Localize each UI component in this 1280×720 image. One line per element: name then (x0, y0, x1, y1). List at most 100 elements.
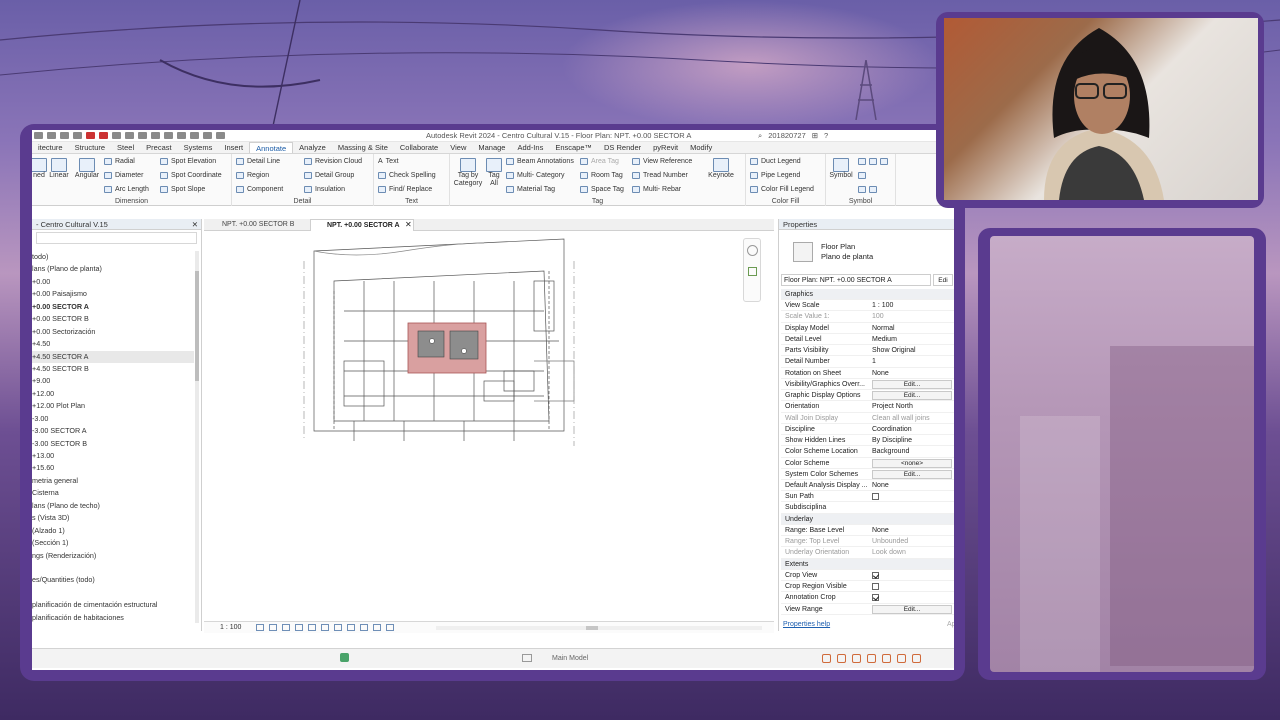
multi-category-button[interactable]: Multi- Category (506, 172, 564, 179)
instance-type-selector[interactable]: Floor Plan: NPT. +0.00 SECTOR A (781, 274, 931, 286)
property-value[interactable]: Clean all wall joins (870, 413, 954, 423)
tree-item[interactable]: +0.00 SECTOR B (32, 313, 194, 325)
property-value[interactable]: Unbounded (870, 536, 954, 546)
property-value[interactable]: Edit... (870, 390, 954, 401)
tree-item[interactable]: +15.60 (32, 462, 194, 474)
check-spelling-button[interactable]: Check Spelling (378, 172, 436, 179)
color-fill-legend-button[interactable]: Color Fill Legend (750, 186, 814, 193)
temporary-hide-icon[interactable] (334, 624, 342, 631)
property-value[interactable]: <none> (870, 458, 954, 468)
insulation-button[interactable]: Insulation (304, 186, 345, 193)
view-tab-sector-a[interactable]: NPT. +0.00 SECTOR A (310, 219, 414, 231)
property-value[interactable]: Show Original (870, 345, 954, 355)
tree-item[interactable]: +0.00 (32, 276, 194, 288)
scrollbar-thumb[interactable] (586, 626, 598, 630)
material-tag-button[interactable]: Material Tag (506, 186, 555, 193)
tree-item[interactable]: ngs (Renderización) (32, 550, 194, 562)
angular-dimension-button[interactable]: Angular (72, 158, 102, 180)
tree-item[interactable]: +0.00 Sectorización (32, 326, 194, 338)
search-icon[interactable]: ⌕ (758, 131, 762, 141)
tab-add-ins[interactable]: Add-Ins (511, 142, 549, 153)
tree-item[interactable]: +0.00 Paisajismo (32, 288, 194, 300)
tread-number-button[interactable]: Tread Number (632, 172, 688, 179)
tree-item[interactable]: (Sección 1) (32, 537, 194, 549)
space-tag-button[interactable]: Space Tag (580, 186, 624, 193)
tag-by-category-button[interactable]: Tag by Category (452, 158, 484, 188)
tree-item[interactable]: -3.00 SECTOR A (32, 425, 194, 437)
room-tag-button[interactable]: Room Tag (580, 172, 623, 179)
property-value[interactable]: Coordination (870, 424, 954, 434)
customize-toolbar-icon[interactable] (216, 132, 225, 139)
detail-level-icon[interactable] (256, 624, 264, 631)
tree-item[interactable]: metria general (32, 475, 194, 487)
tree-item[interactable]: +4.50 (32, 338, 194, 350)
tree-item[interactable]: -3.00 (32, 413, 194, 425)
tag-icon[interactable] (125, 132, 134, 139)
property-value[interactable] (870, 592, 954, 602)
property-value[interactable]: Edit... (870, 379, 954, 389)
edit-type-button[interactable]: Edi (933, 274, 953, 286)
property-value[interactable]: 1 (870, 356, 954, 366)
property-value[interactable]: Look down (870, 547, 954, 557)
tree-item[interactable]: lans (Plano de planta) (32, 263, 194, 275)
find-replace-button[interactable]: Find/ Replace (378, 186, 432, 193)
property-value[interactable] (870, 502, 954, 512)
property-edit-button[interactable]: Edit... (872, 391, 952, 401)
cart-icon[interactable]: ⊞ (812, 131, 818, 141)
section-icon[interactable] (164, 132, 173, 139)
region-button[interactable]: Region (236, 172, 269, 179)
close-views-icon[interactable] (190, 132, 199, 139)
diameter-dimension-button[interactable]: Diameter (104, 172, 143, 179)
canvas-horizontal-scrollbar[interactable] (436, 626, 762, 630)
tree-item[interactable]: planificación de cimentación estructural (32, 599, 194, 611)
component-button[interactable]: Component (236, 186, 283, 193)
tree-item[interactable] (32, 587, 194, 599)
tab-steel[interactable]: Steel (111, 142, 140, 153)
scrollbar-thumb[interactable] (195, 271, 199, 381)
browser-search-input[interactable] (36, 232, 197, 244)
tree-item[interactable]: +4.50 SECTOR B (32, 363, 194, 375)
tab-precast[interactable]: Precast (140, 142, 177, 153)
property-value[interactable]: Edit... (870, 604, 954, 614)
close-tab-icon[interactable]: ✕ (405, 220, 412, 229)
apply-button[interactable]: Ap (947, 621, 954, 628)
sun-path-icon[interactable] (282, 624, 290, 631)
property-value[interactable]: 100 (870, 311, 954, 321)
radial-dimension-button[interactable]: Radial (104, 158, 135, 165)
tab-structure[interactable]: Structure (69, 142, 111, 153)
fabric-symbol-button[interactable] (858, 186, 877, 193)
property-edit-button[interactable]: Edit... (872, 379, 952, 389)
property-checkbox[interactable] (872, 583, 879, 591)
tree-item[interactable]: planificación de habitaciones (32, 612, 194, 624)
tab-modify[interactable]: Modify (684, 142, 718, 153)
property-value[interactable]: None (870, 480, 954, 490)
dimension-icon[interactable] (112, 132, 121, 139)
detail-group-button[interactable]: Detail Group (304, 172, 354, 179)
tree-item[interactable]: s (Vista 3D) (32, 512, 194, 524)
steering-wheel-icon[interactable] (747, 245, 758, 256)
tree-item[interactable]: Cisterna (32, 487, 194, 499)
symbol-button[interactable]: Symbol (828, 158, 854, 180)
print-icon[interactable] (86, 132, 95, 139)
user-account[interactable]: 201820727 (768, 131, 806, 141)
property-checkbox[interactable] (872, 493, 879, 501)
keynote-button[interactable]: Keynote (704, 158, 738, 180)
property-value[interactable]: Background (870, 446, 954, 456)
select-by-face-icon[interactable] (867, 654, 876, 663)
duct-legend-button[interactable]: Duct Legend (750, 158, 801, 165)
property-value[interactable]: Medium (870, 334, 954, 344)
drawing-canvas[interactable] (204, 231, 774, 621)
text-button[interactable]: A Text (378, 158, 399, 165)
tab-pyrevit[interactable]: pyRevit (647, 142, 684, 153)
properties-help-link[interactable]: Properties help (783, 621, 830, 628)
reveal-hidden-icon[interactable] (347, 624, 355, 631)
view-scale-control[interactable]: 1 : 100 (220, 624, 241, 631)
tab-collaborate[interactable]: Collaborate (394, 142, 444, 153)
property-value[interactable] (870, 491, 954, 501)
shadows-icon[interactable] (295, 624, 303, 631)
switch-windows-icon[interactable] (203, 132, 212, 139)
close-icon[interactable]: ✕ (192, 219, 198, 230)
area-tag-button[interactable]: Area Tag (580, 158, 619, 165)
highlight-displacement-icon[interactable] (386, 624, 394, 631)
zoom-icon[interactable] (748, 267, 757, 276)
